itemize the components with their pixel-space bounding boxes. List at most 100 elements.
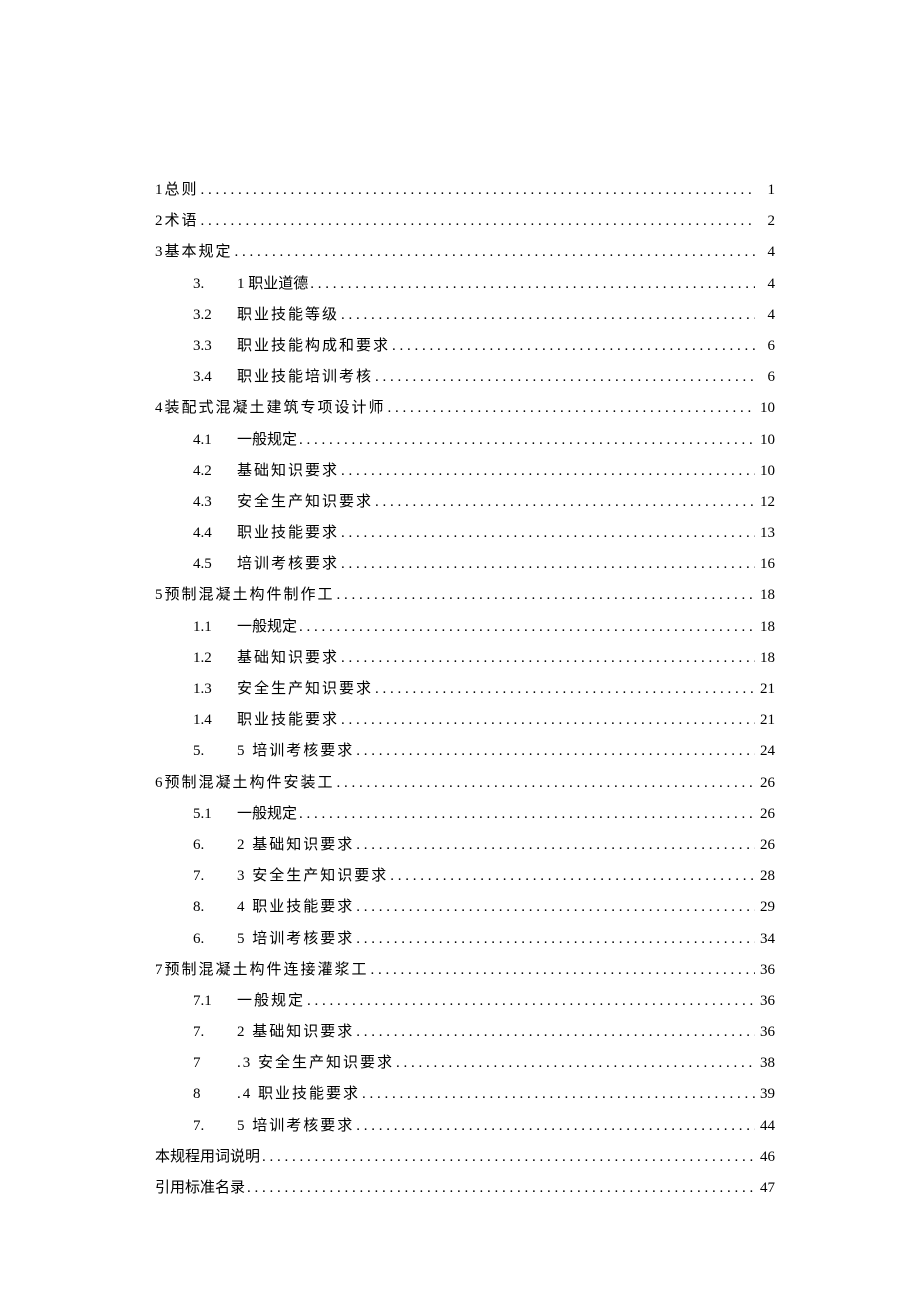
toc-subnumber: 1.3 [193,674,237,705]
toc-subtitle: 5 培训考核要求 [237,924,354,955]
toc-leader-dots [388,861,755,892]
toc-subnumber: 7.1 [193,986,237,1017]
toc-leader-dots [233,237,755,268]
toc-subtitle: 4 职业技能要求 [237,892,354,923]
toc-entry: 2术语2 [155,206,775,237]
toc-entry: 3.3职业技能构成和要求6 [155,331,775,362]
toc-page-number: 38 [755,1048,775,1079]
toc-page-number: 18 [755,643,775,674]
toc-page-number: 10 [755,393,775,424]
toc-page-number: 18 [755,580,775,611]
toc-leader-dots [339,518,755,549]
toc-page-number: 34 [755,924,775,955]
toc-leader-dots [354,924,755,955]
toc-leader-dots [386,393,755,424]
toc-subnumber: 4.5 [193,549,237,580]
toc-page-number: 36 [755,955,775,986]
toc-subnumber: 7. [193,1017,237,1048]
toc-subnumber: 7 [193,1048,237,1079]
toc-subnumber: 4.1 [193,425,237,456]
toc-subnumber: 5. [193,736,237,767]
toc-leader-dots [339,549,755,580]
toc-entry: 4装配式混凝土建筑专项设计师 10 [155,393,775,424]
toc-subtitle: 2 基础知识要求 [237,1017,354,1048]
toc-entry: 引用标准名录47 [155,1173,775,1204]
toc-page-number: 46 [755,1142,775,1173]
toc-entry: 1总则1 [155,175,775,206]
table-of-contents: 1总则12术语23基本规定43.1 职业道德43.2职业技能等级43.3职业技能… [155,175,775,1204]
toc-subnumber: 4.3 [193,487,237,518]
toc-number: 4 [155,393,165,424]
toc-entry: 4.5培训考核要求16 [155,549,775,580]
toc-entry: 4.2基础知识要求10 [155,456,775,487]
toc-entry: 1.1一般规定18 [155,612,775,643]
toc-subtitle: 基础知识要求 [237,456,339,487]
toc-page-number: 24 [755,736,775,767]
toc-subtitle: 职业技能要求 [237,705,339,736]
toc-leader-dots [335,580,755,611]
toc-leader-dots [390,331,755,362]
toc-entry: 3.2职业技能等级 4 [155,300,775,331]
toc-leader-dots [373,487,755,518]
toc-leader-dots [199,206,755,237]
toc-subnumber: 3.4 [193,362,237,393]
toc-leader-dots [245,1173,755,1204]
toc-subtitle: 职业技能构成和要求 [237,331,390,362]
toc-page-number: 44 [755,1111,775,1142]
toc-leader-dots [354,736,755,767]
toc-subtitle: 职业技能等级 [237,300,339,331]
toc-subnumber: 3.2 [193,300,237,331]
toc-entry: 6.5 培训考核要求34 [155,924,775,955]
toc-subtitle: 基础知识要求 [237,643,339,674]
toc-subtitle: 5 培训考核要求 [237,736,354,767]
toc-entry: 5.5 培训考核要求 24 [155,736,775,767]
toc-title: 预制混凝土构件连接灌浆工 [165,955,369,986]
toc-entry: 1.4职业技能要求21 [155,705,775,736]
toc-leader-dots [199,175,755,206]
toc-subtitle: 安全生产知识要求 [237,487,373,518]
toc-leader-dots [373,674,755,705]
toc-entry: 1.2基础知识要求18 [155,643,775,674]
toc-leader-dots [354,892,755,923]
toc-number: 1 [155,175,165,206]
toc-subnumber: 3. [193,269,237,300]
toc-subnumber: 8. [193,892,237,923]
toc-subtitle: .4 职业技能要求 [237,1079,360,1110]
toc-subnumber: 7. [193,1111,237,1142]
toc-title: 术语 [165,206,199,237]
toc-entry: 6预制混凝土构件安装工26 [155,768,775,799]
toc-page-number: 2 [755,206,775,237]
toc-leader-dots [394,1048,755,1079]
toc-title: 装配式混凝土建筑专项设计师 [165,393,386,424]
toc-page-number: 26 [755,768,775,799]
toc-subtitle: 一般规定 [237,425,297,456]
toc-page-number: 10 [755,456,775,487]
toc-leader-dots [339,456,755,487]
toc-title: 预制混凝土构件制作工 [165,580,335,611]
toc-page-number: 4 [755,300,775,331]
toc-page-number: 16 [755,549,775,580]
toc-entry: 3.4职业技能培训考核 6 [155,362,775,393]
toc-page-number: 21 [755,705,775,736]
toc-page-number: 10 [755,425,775,456]
toc-leader-dots [260,1142,755,1173]
toc-page-number: 1 [755,175,775,206]
toc-subtitle: 职业技能培训考核 [237,362,373,393]
toc-page-number: 47 [755,1173,775,1204]
toc-page-number: 4 [755,269,775,300]
toc-entry: 7.5 培训考核要求44 [155,1111,775,1142]
toc-page-number: 29 [755,892,775,923]
toc-page-number: 6 [755,362,775,393]
toc-entry: 7.3 安全生产知识要求28 [155,861,775,892]
toc-subnumber: 7. [193,861,237,892]
toc-page-number: 6 [755,331,775,362]
toc-page-number: 21 [755,674,775,705]
toc-entry: 7预制混凝土构件连接灌浆工36 [155,955,775,986]
toc-page-number: 26 [755,830,775,861]
toc-page-number: 4 [755,237,775,268]
toc-leader-dots [339,300,755,331]
toc-subtitle: 安全生产知识要求 [237,674,373,705]
toc-entry: 4.3安全生产知识要求12 [155,487,775,518]
toc-subtitle: 一般规定 [237,986,305,1017]
toc-leader-dots [354,1017,755,1048]
